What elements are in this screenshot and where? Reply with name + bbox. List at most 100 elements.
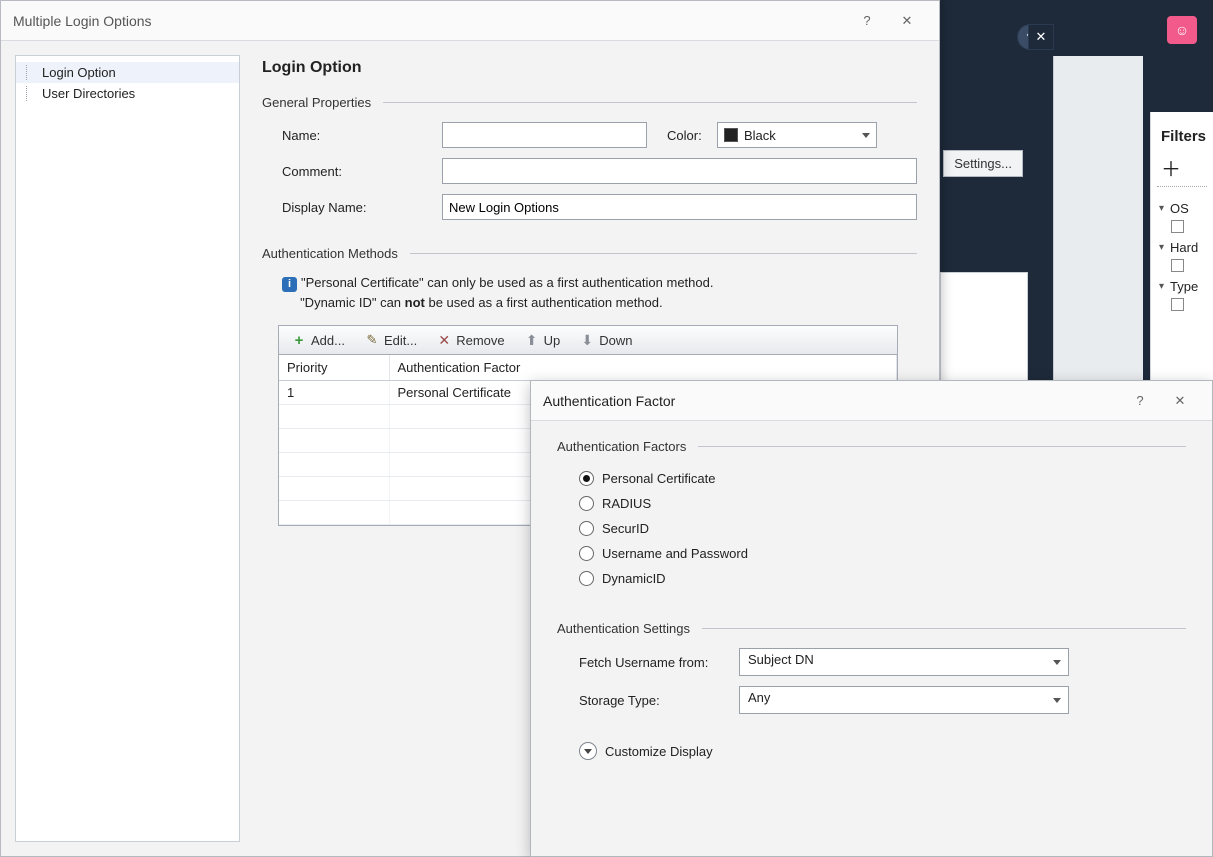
auth-note-line: be used as a first authentication method…	[425, 295, 663, 310]
filter-item-os[interactable]: ▾OS	[1157, 197, 1207, 220]
auth-note-line: "Dynamic ID" can	[300, 295, 405, 310]
col-factor[interactable]: Authentication Factor	[389, 355, 897, 381]
page-heading: Login Option	[262, 59, 917, 77]
auth-note-bold: not	[405, 295, 425, 310]
section-general-title: General Properties	[262, 95, 371, 110]
color-select[interactable]: Black	[717, 122, 877, 148]
comment-input[interactable]	[442, 158, 917, 184]
dialog2-help-button[interactable]: ?	[1120, 381, 1160, 421]
dialog-title: Multiple Login Options	[13, 13, 847, 29]
edit-button[interactable]: ✎Edit...	[356, 329, 426, 352]
cell-priority[interactable]	[279, 453, 389, 477]
comment-label: Comment:	[282, 164, 442, 179]
divider	[698, 446, 1186, 447]
color-swatch-icon	[724, 128, 738, 142]
chevron-down-icon: ▾	[1159, 203, 1164, 214]
button-label: Remove	[456, 333, 504, 348]
authentication-factor-dialog: Authentication Factor ? ✕ Authentication…	[530, 380, 1213, 857]
filter-label: Type	[1170, 279, 1198, 294]
bg-panel	[940, 272, 1028, 387]
col-priority[interactable]: Priority	[279, 355, 389, 381]
display-name-input[interactable]	[442, 194, 917, 220]
remove-button[interactable]: ✕ Remove	[428, 329, 513, 352]
filter-checkbox[interactable]	[1171, 298, 1184, 311]
auth-toolbar: + Add... ✎Edit... ✕ Remove ⬆ Up ⬇ Down	[278, 325, 898, 355]
dialog2-close-button[interactable]: ✕	[1160, 381, 1200, 421]
x-icon: ✕	[437, 333, 451, 347]
plus-icon: +	[292, 333, 306, 347]
chevron-down-icon: ▾	[1159, 242, 1164, 253]
cell-priority[interactable]: 1	[279, 381, 389, 405]
factor-label: RADIUS	[602, 496, 651, 511]
display-name-label: Display Name:	[282, 200, 442, 215]
cell-priority[interactable]	[279, 477, 389, 501]
filter-label: Hard	[1170, 240, 1198, 255]
add-button[interactable]: + Add...	[283, 329, 354, 352]
auth-note-line: "Personal Certificate" can only be used …	[301, 275, 713, 290]
radio-icon	[579, 571, 594, 586]
cell-priority[interactable]	[279, 429, 389, 453]
dialog2-title: Authentication Factor	[543, 393, 1120, 409]
cell-priority[interactable]	[279, 501, 389, 525]
name-label: Name:	[282, 128, 442, 143]
chevron-down-icon: ▾	[1159, 281, 1164, 292]
cell-priority[interactable]	[279, 405, 389, 429]
factor-label: Personal Certificate	[602, 471, 715, 486]
factor-label: DynamicID	[602, 571, 666, 586]
add-filter-icon[interactable]: ＋	[1157, 153, 1207, 187]
section-auth-settings-title: Authentication Settings	[557, 621, 690, 636]
filter-checkbox[interactable]	[1171, 220, 1184, 233]
factor-label: Username and Password	[602, 546, 748, 561]
radio-icon	[579, 546, 594, 561]
arrow-up-icon: ⬆	[525, 333, 539, 347]
radio-icon	[579, 496, 594, 511]
button-label: Down	[599, 333, 632, 348]
factor-option[interactable]: Personal Certificate	[557, 466, 1186, 491]
nav-user-directories[interactable]: User Directories	[16, 83, 239, 104]
down-button[interactable]: ⬇ Down	[571, 329, 641, 352]
filter-item-hard[interactable]: ▾ Hard	[1157, 236, 1207, 259]
storage-select[interactable]: Any	[739, 686, 1069, 714]
dialog-close-button[interactable]: ✕	[887, 1, 927, 41]
select-value: Any	[748, 690, 770, 705]
auth-note: i "Personal Certificate" can only be used…	[282, 273, 917, 313]
button-label: Add...	[311, 333, 345, 348]
section-factors-title: Authentication Factors	[557, 439, 686, 454]
settings-button[interactable]: Settings...	[943, 150, 1023, 177]
arrow-down-icon: ⬇	[580, 333, 594, 347]
select-value: Subject DN	[748, 652, 814, 667]
nav-login-option[interactable]: Login Option	[16, 62, 239, 83]
radio-icon	[579, 471, 594, 486]
storage-label: Storage Type:	[579, 693, 739, 708]
dialog2-titlebar: Authentication Factor ? ✕	[531, 381, 1212, 421]
expander-label: Customize Display	[605, 744, 713, 759]
info-icon: i	[282, 277, 297, 292]
button-label: Edit...	[384, 333, 417, 348]
color-label: Color:	[667, 128, 717, 143]
app-close-button[interactable]: ✕	[1028, 24, 1054, 50]
filter-item-type[interactable]: ▾ Type	[1157, 275, 1207, 298]
name-input[interactable]	[442, 122, 647, 148]
filter-checkbox[interactable]	[1171, 259, 1184, 272]
factor-option[interactable]: RADIUS	[557, 491, 1186, 516]
radio-icon	[579, 521, 594, 536]
fetch-label: Fetch Username from:	[579, 655, 739, 670]
chevron-down-icon	[579, 742, 597, 760]
dialog-nav: Login Option User Directories	[15, 55, 240, 842]
app-brand-icon: ☺	[1167, 16, 1197, 44]
divider	[702, 628, 1186, 629]
button-label: Up	[544, 333, 561, 348]
section-auth-title: Authentication Methods	[262, 246, 398, 261]
factor-option[interactable]: SecurID	[557, 516, 1186, 541]
divider	[410, 253, 917, 254]
factor-option[interactable]: DynamicID	[557, 566, 1186, 591]
up-button[interactable]: ⬆ Up	[516, 329, 570, 352]
filters-title: Filters	[1157, 128, 1207, 145]
dialog-titlebar: Multiple Login Options ? ✕	[1, 1, 939, 41]
chevron-down-icon	[1053, 660, 1061, 665]
factor-option[interactable]: Username and Password	[557, 541, 1186, 566]
fetch-select[interactable]: Subject DN	[739, 648, 1069, 676]
factor-label: SecurID	[602, 521, 649, 536]
dialog-help-button[interactable]: ?	[847, 1, 887, 41]
customize-display-expander[interactable]: Customize Display	[579, 742, 1186, 760]
